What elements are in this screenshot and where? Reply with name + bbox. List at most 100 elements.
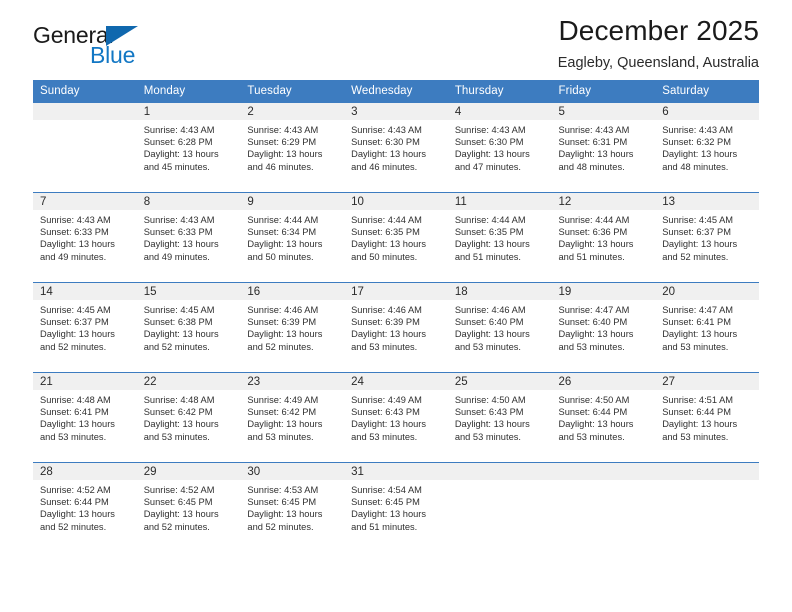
daylight-duration-line1: Daylight: 13 hours <box>351 239 427 250</box>
daylight-duration-line2: and 53 minutes. <box>40 431 107 442</box>
calendar-day-cell[interactable]: 11 Sunrise: 4:44 AM Sunset: 6:35 PM Dayligh… <box>447 192 552 283</box>
day-sun-info: Sunrise: 4:43 AM Sunset: 6:29 PM Daylight:… <box>240 120 344 173</box>
generalblue-logo[interactable]: General Blue <box>33 22 168 70</box>
sunrise-time: Sunrise: 4:44 AM <box>351 215 422 225</box>
day-cell-inner: 11 Sunrise: 4:44 AM Sunset: 6:35 PM Dayligh… <box>447 193 552 282</box>
calendar-day-cell[interactable]: 4 Sunrise: 4:43 AM Sunset: 6:30 PM Daylight… <box>447 102 552 193</box>
calendar-day-cell[interactable]: 3 Sunrise: 4:43 AM Sunset: 6:30 PM Daylight… <box>344 102 448 193</box>
daylight-duration-line2: and 52 minutes. <box>247 341 314 352</box>
day-cell-inner: 16 Sunrise: 4:46 AM Sunset: 6:39 PM Dayligh… <box>240 283 345 372</box>
sunrise-time: Sunrise: 4:50 AM <box>558 395 630 405</box>
sunset-time: Sunset: 6:32 PM <box>662 137 731 148</box>
day-number: 3 <box>344 103 448 120</box>
weekday-header-friday: Friday <box>551 80 656 103</box>
calendar-day-cell[interactable]: 15 Sunrise: 4:45 AM Sunset: 6:38 PM Dayligh… <box>136 282 241 373</box>
calendar-day-cell[interactable]: 29 Sunrise: 4:52 AM Sunset: 6:45 PM Dayligh… <box>136 462 241 552</box>
day-sun-info: Sunrise: 4:45 AM Sunset: 6:37 PM Daylight:… <box>655 210 759 263</box>
calendar-table: Sunday Monday Tuesday Wednesday Thursday… <box>33 80 759 552</box>
sunset-time: Sunset: 6:37 PM <box>40 317 109 328</box>
day-number: 20 <box>655 283 759 300</box>
calendar-day-cell[interactable]: 17 Sunrise: 4:46 AM Sunset: 6:39 PM Dayligh… <box>344 282 448 373</box>
day-sun-info: Sunrise: 4:46 AM Sunset: 6:40 PM Daylight:… <box>448 300 552 353</box>
calendar-day-cell[interactable]: 22 Sunrise: 4:48 AM Sunset: 6:42 PM Dayligh… <box>136 372 241 463</box>
page-header: General Blue December 2025 Eagleby, Quee… <box>33 0 759 72</box>
calendar-day-cell[interactable]: 6 Sunrise: 4:43 AM Sunset: 6:32 PM Daylight… <box>655 102 759 193</box>
sunset-time: Sunset: 6:30 PM <box>454 137 524 148</box>
day-cell-inner: 24 Sunrise: 4:49 AM Sunset: 6:43 PM Dayligh… <box>344 373 448 462</box>
calendar-day-cell[interactable]: 14 Sunrise: 4:45 AM Sunset: 6:37 PM Dayligh… <box>33 282 137 373</box>
day-sun-info: Sunrise: 4:50 AM Sunset: 6:44 PM Daylight:… <box>552 390 656 443</box>
calendar-day-cell[interactable]: 27 Sunrise: 4:51 AM Sunset: 6:44 PM Dayligh… <box>655 372 759 463</box>
day-sun-info: Sunrise: 4:54 AM Sunset: 6:45 PM Daylight:… <box>344 480 448 533</box>
day-number: 7 <box>33 193 137 210</box>
day-number: 12 <box>551 193 656 210</box>
calendar-day-cell[interactable]: 21 Sunrise: 4:48 AM Sunset: 6:41 PM Dayligh… <box>33 372 137 463</box>
calendar-day-cell[interactable]: 13 Sunrise: 4:45 AM Sunset: 6:37 PM Dayligh… <box>655 192 759 283</box>
daylight-duration-line1: Daylight: 13 hours <box>143 239 219 250</box>
day-number: 23 <box>240 373 345 390</box>
calendar-day-cell[interactable]: 18 Sunrise: 4:46 AM Sunset: 6:40 PM Dayligh… <box>447 282 552 373</box>
calendar-header-row: Sunday Monday Tuesday Wednesday Thursday… <box>33 80 759 103</box>
daylight-duration-line1: Daylight: 13 hours <box>247 509 323 520</box>
daylight-duration-line1: Daylight: 13 hours <box>351 329 427 340</box>
day-cell-inner: 18 Sunrise: 4:46 AM Sunset: 6:40 PM Dayligh… <box>447 283 552 372</box>
calendar-day-cell[interactable]: 5 Sunrise: 4:43 AM Sunset: 6:31 PM Daylight… <box>551 102 656 193</box>
daylight-duration-line1: Daylight: 13 hours <box>143 419 219 430</box>
calendar-week-row: 7 Sunrise: 4:43 AM Sunset: 6:33 PM Daylight… <box>33 192 759 283</box>
day-number: 2 <box>240 103 345 120</box>
calendar-day-cell[interactable]: 28 Sunrise: 4:52 AM Sunset: 6:44 PM Dayligh… <box>33 462 137 552</box>
daylight-duration-line2: and 51 minutes. <box>558 251 625 262</box>
sunset-time: Sunset: 6:43 PM <box>454 407 524 418</box>
calendar-day-cell[interactable]: 9 Sunrise: 4:44 AM Sunset: 6:34 PM Daylight… <box>240 192 345 283</box>
day-cell-inner: 10 Sunrise: 4:44 AM Sunset: 6:35 PM Dayligh… <box>344 193 448 282</box>
daylight-duration-line2: and 53 minutes. <box>454 431 521 442</box>
sunset-time: Sunset: 6:45 PM <box>143 497 213 508</box>
calendar-day-cell[interactable]: 31 Sunrise: 4:54 AM Sunset: 6:45 PM Dayligh… <box>344 462 448 552</box>
sunset-time: Sunset: 6:38 PM <box>143 317 213 328</box>
sunset-time: Sunset: 6:39 PM <box>351 317 420 328</box>
day-sun-info: Sunrise: 4:49 AM Sunset: 6:43 PM Daylight:… <box>344 390 448 443</box>
day-sun-info: Sunrise: 4:43 AM Sunset: 6:33 PM Daylight:… <box>33 210 137 263</box>
weekday-header-thursday: Thursday <box>447 80 552 103</box>
weekday-header-saturday: Saturday <box>655 80 759 103</box>
calendar-day-cell[interactable]: 19 Sunrise: 4:47 AM Sunset: 6:40 PM Dayligh… <box>551 282 656 373</box>
daylight-duration-line1: Daylight: 13 hours <box>454 419 530 430</box>
sunrise-time: Sunrise: 4:54 AM <box>351 485 422 495</box>
calendar-day-cell[interactable]: 1 Sunrise: 4:43 AM Sunset: 6:28 PM Daylight… <box>136 102 241 193</box>
calendar-day-cell[interactable]: 16 Sunrise: 4:46 AM Sunset: 6:39 PM Dayligh… <box>240 282 345 373</box>
day-sun-info: Sunrise: 4:51 AM Sunset: 6:44 PM Daylight:… <box>655 390 759 443</box>
calendar-week-row: 14 Sunrise: 4:45 AM Sunset: 6:37 PM Dayligh… <box>33 282 759 373</box>
daylight-duration-line2: and 51 minutes. <box>454 251 521 262</box>
daylight-duration-line1: Daylight: 13 hours <box>40 239 115 250</box>
calendar-day-cell[interactable]: 20 Sunrise: 4:47 AM Sunset: 6:41 PM Dayligh… <box>655 282 759 373</box>
day-number: 8 <box>136 193 241 210</box>
day-number: 15 <box>136 283 241 300</box>
daylight-duration-line1: Daylight: 13 hours <box>662 419 738 430</box>
day-sun-info: Sunrise: 4:44 AM Sunset: 6:34 PM Daylight:… <box>240 210 344 263</box>
sunset-time: Sunset: 6:31 PM <box>558 137 628 148</box>
day-number: 25 <box>447 373 552 390</box>
daylight-duration-line2: and 53 minutes. <box>351 431 418 442</box>
day-sun-info: Sunrise: 4:45 AM Sunset: 6:38 PM Daylight:… <box>137 300 241 353</box>
calendar-day-cell[interactable]: 2 Sunrise: 4:43 AM Sunset: 6:29 PM Daylight… <box>240 102 345 193</box>
calendar-day-cell[interactable]: 26 Sunrise: 4:50 AM Sunset: 6:44 PM Dayligh… <box>551 372 656 463</box>
sunset-time: Sunset: 6:33 PM <box>40 227 109 238</box>
calendar-day-cell[interactable]: 8 Sunrise: 4:43 AM Sunset: 6:33 PM Daylight… <box>136 192 241 283</box>
daylight-duration-line2: and 53 minutes. <box>558 431 625 442</box>
day-number: 11 <box>447 193 552 210</box>
calendar-day-cell[interactable]: 24 Sunrise: 4:49 AM Sunset: 6:43 PM Dayligh… <box>344 372 448 463</box>
calendar-week-row: 28 Sunrise: 4:52 AM Sunset: 6:44 PM Dayligh… <box>33 462 759 552</box>
daylight-duration-line2: and 45 minutes. <box>143 161 210 172</box>
day-cell-inner: 19 Sunrise: 4:47 AM Sunset: 6:40 PM Dayligh… <box>551 283 656 372</box>
calendar-week-row: 21 Sunrise: 4:48 AM Sunset: 6:41 PM Dayligh… <box>33 372 759 463</box>
day-cell-inner: 5 Sunrise: 4:43 AM Sunset: 6:31 PM Daylight… <box>551 103 656 192</box>
calendar-day-cell[interactable]: 25 Sunrise: 4:50 AM Sunset: 6:43 PM Dayligh… <box>447 372 552 463</box>
calendar-day-cell[interactable]: 10 Sunrise: 4:44 AM Sunset: 6:35 PM Dayligh… <box>344 192 448 283</box>
day-number: 4 <box>447 103 552 120</box>
day-sun-info: Sunrise: 4:47 AM Sunset: 6:40 PM Daylight:… <box>552 300 656 353</box>
daylight-duration-line1: Daylight: 13 hours <box>247 239 323 250</box>
calendar-day-cell[interactable]: 30 Sunrise: 4:53 AM Sunset: 6:45 PM Dayligh… <box>240 462 345 552</box>
calendar-day-cell[interactable]: 23 Sunrise: 4:49 AM Sunset: 6:42 PM Dayligh… <box>240 372 345 463</box>
calendar-day-cell[interactable]: 12 Sunrise: 4:44 AM Sunset: 6:36 PM Dayligh… <box>551 192 656 283</box>
calendar-day-cell[interactable]: 7 Sunrise: 4:43 AM Sunset: 6:33 PM Daylight… <box>33 192 137 283</box>
